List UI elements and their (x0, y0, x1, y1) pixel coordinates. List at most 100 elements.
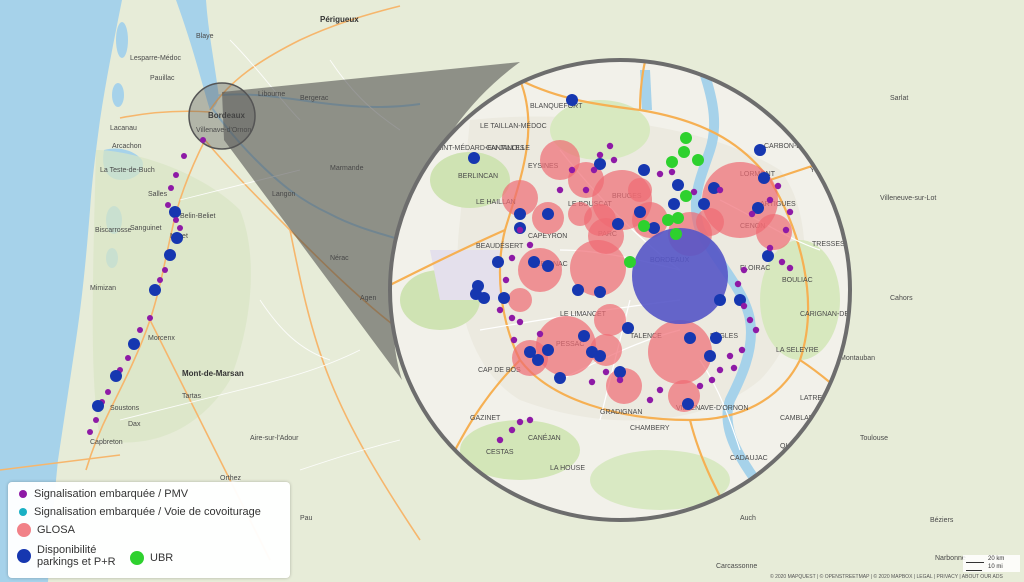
parking-marker[interactable] (612, 218, 624, 230)
pmv-marker[interactable] (173, 217, 179, 223)
pmv-marker[interactable] (766, 196, 774, 204)
parking-marker[interactable] (614, 366, 626, 378)
pmv-marker[interactable] (536, 330, 544, 338)
parking-marker[interactable] (468, 152, 480, 164)
pmv-marker[interactable] (596, 151, 604, 159)
parking-marker[interactable] (698, 198, 710, 210)
parking-marker[interactable] (169, 206, 181, 218)
pmv-marker[interactable] (602, 368, 610, 376)
pmv-marker[interactable] (125, 355, 131, 361)
parking-marker[interactable] (704, 350, 716, 362)
parking-marker[interactable] (164, 249, 176, 261)
parking-marker[interactable] (758, 172, 770, 184)
ubr-marker[interactable] (624, 256, 636, 268)
pmv-marker[interactable] (774, 182, 782, 190)
parking-marker[interactable] (149, 284, 161, 296)
parking-marker[interactable] (754, 144, 766, 156)
glosa-zone[interactable] (648, 320, 712, 384)
parking-marker[interactable] (594, 350, 606, 362)
ubr-marker[interactable] (666, 156, 678, 168)
pmv-marker[interactable] (708, 376, 716, 384)
pmv-marker[interactable] (656, 386, 664, 394)
ubr-marker[interactable] (662, 214, 674, 226)
pmv-marker[interactable] (766, 244, 774, 252)
glosa-zone[interactable] (508, 288, 532, 312)
pmv-marker[interactable] (87, 429, 93, 435)
glosa-zone[interactable] (594, 304, 626, 336)
pmv-marker[interactable] (516, 318, 524, 326)
pmv-marker[interactable] (646, 396, 654, 404)
pmv-marker[interactable] (181, 153, 187, 159)
glosa-zone[interactable] (628, 178, 652, 202)
pmv-marker[interactable] (157, 277, 163, 283)
pmv-marker[interactable] (168, 185, 174, 191)
parking-marker[interactable] (554, 372, 566, 384)
pmv-marker[interactable] (510, 336, 518, 344)
pmv-marker[interactable] (177, 225, 183, 231)
parking-marker[interactable] (638, 164, 650, 176)
pmv-marker[interactable] (516, 418, 524, 426)
parking-marker[interactable] (710, 332, 722, 344)
pmv-marker[interactable] (738, 346, 746, 354)
pmv-marker[interactable] (582, 186, 590, 194)
pmv-marker[interactable] (726, 352, 734, 360)
parking-marker[interactable] (498, 292, 510, 304)
parking-marker[interactable] (672, 179, 684, 191)
ubr-marker[interactable] (670, 228, 682, 240)
pmv-marker[interactable] (716, 186, 724, 194)
pmv-marker[interactable] (508, 254, 516, 262)
parking-marker[interactable] (648, 222, 660, 234)
parking-marker[interactable] (762, 250, 774, 262)
parking-marker[interactable] (528, 256, 540, 268)
pmv-marker[interactable] (165, 202, 171, 208)
parking-marker[interactable] (634, 206, 646, 218)
map-attribution[interactable]: © 2020 MAPQUEST | © OPENSTREETMAP | © 20… (770, 574, 1003, 580)
parking-marker[interactable] (682, 398, 694, 410)
pmv-marker[interactable] (516, 226, 524, 234)
ubr-marker[interactable] (672, 212, 684, 224)
pmv-marker[interactable] (147, 315, 153, 321)
parking-marker[interactable] (578, 330, 590, 342)
pmv-marker[interactable] (696, 382, 704, 390)
pmv-marker[interactable] (746, 316, 754, 324)
pmv-marker[interactable] (496, 436, 504, 444)
parking-marker[interactable] (542, 344, 554, 356)
pmv-marker[interactable] (556, 186, 564, 194)
parking-marker[interactable] (684, 332, 696, 344)
pmv-marker[interactable] (200, 137, 206, 143)
pmv-marker[interactable] (748, 210, 756, 218)
pmv-marker[interactable] (690, 188, 698, 196)
pmv-marker[interactable] (93, 417, 99, 423)
pmv-marker[interactable] (588, 378, 596, 386)
parking-marker[interactable] (594, 286, 606, 298)
pmv-marker[interactable] (740, 302, 748, 310)
ubr-marker[interactable] (692, 154, 704, 166)
pmv-marker[interactable] (105, 389, 111, 395)
pmv-marker[interactable] (508, 426, 516, 434)
pmv-marker[interactable] (590, 166, 598, 174)
parking-marker[interactable] (542, 260, 554, 272)
ubr-marker[interactable] (680, 190, 692, 202)
parking-marker[interactable] (668, 198, 680, 210)
pmv-marker[interactable] (173, 172, 179, 178)
pmv-marker[interactable] (137, 327, 143, 333)
pmv-marker[interactable] (740, 266, 748, 274)
magnifier-lens[interactable] (188, 82, 256, 150)
parking-marker[interactable] (171, 232, 183, 244)
parking-marker[interactable] (514, 208, 526, 220)
pmv-marker[interactable] (734, 280, 742, 288)
parking-marker[interactable] (470, 288, 482, 300)
pmv-marker[interactable] (752, 326, 760, 334)
ubr-marker[interactable] (678, 146, 690, 158)
parking-marker[interactable] (572, 284, 584, 296)
parking-marker[interactable] (714, 294, 726, 306)
pmv-marker[interactable] (526, 241, 534, 249)
ubr-marker[interactable] (638, 220, 650, 232)
parking-marker[interactable] (542, 208, 554, 220)
pmv-marker[interactable] (568, 166, 576, 174)
parking-marker[interactable] (110, 370, 122, 382)
pmv-marker[interactable] (786, 208, 794, 216)
pmv-marker[interactable] (730, 364, 738, 372)
pmv-marker[interactable] (656, 170, 664, 178)
pmv-marker[interactable] (778, 258, 786, 266)
